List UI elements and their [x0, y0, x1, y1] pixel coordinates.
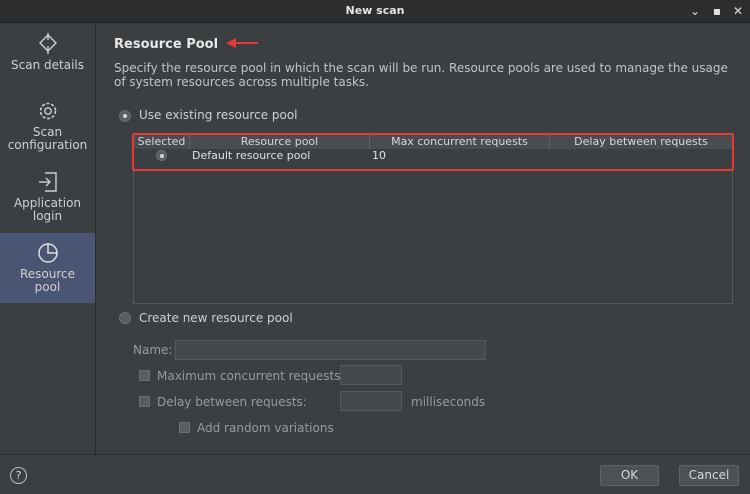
footer-bar: ? OK Cancel: [0, 454, 750, 494]
create-new-radio[interactable]: [119, 312, 131, 324]
page-title: Resource Pool: [114, 37, 219, 52]
login-icon: [38, 172, 57, 192]
random-variations-checkbox[interactable]: [179, 422, 190, 433]
sidebar-item-label: Scan configuration: [7, 125, 88, 152]
sidebar-item-scan-details[interactable]: Scan details: [0, 32, 95, 92]
delay-input[interactable]: [340, 391, 402, 411]
milliseconds-label: milliseconds: [411, 395, 486, 409]
help-icon[interactable]: ?: [10, 467, 27, 484]
random-variations-label: Add random variations: [197, 421, 334, 435]
max-concurrent-checkbox[interactable]: [139, 370, 150, 381]
name-input[interactable]: [175, 340, 486, 360]
sidebar-item-label: Application login: [13, 196, 82, 223]
sidebar-item-scan-configuration[interactable]: Scan configuration: [0, 99, 95, 159]
sidebar: Scan details Scan configuration Applicat…: [0, 24, 96, 454]
sidebar-item-label: Scan details: [11, 58, 84, 72]
max-concurrent-label: Maximum concurrent requests:: [157, 369, 345, 383]
maximize-icon[interactable]: ▪: [710, 3, 724, 19]
max-concurrent-input[interactable]: [340, 365, 402, 385]
ok-button[interactable]: OK: [600, 465, 659, 486]
use-existing-label: Use existing resource pool: [139, 108, 298, 122]
pie-chart-icon: [37, 243, 58, 263]
description-text: Specify the resource pool in which the s…: [114, 61, 728, 89]
gear-icon: [39, 102, 56, 120]
use-existing-radio[interactable]: [119, 110, 131, 122]
sidebar-item-label: Resource pool: [19, 267, 76, 294]
highlight-box: [132, 133, 734, 171]
sidebar-item-application-login[interactable]: Application login: [0, 170, 95, 230]
red-arrow-icon: [226, 38, 258, 48]
close-icon[interactable]: ✕: [731, 3, 745, 19]
main-panel: Resource Pool Specify the resource pool …: [97, 24, 750, 454]
window-title: New scan: [345, 4, 405, 17]
sidebar-item-resource-pool[interactable]: Resource pool: [0, 233, 95, 303]
delay-checkbox[interactable]: [139, 396, 150, 407]
crosshair-icon: [38, 33, 57, 54]
cancel-button[interactable]: Cancel: [679, 465, 739, 486]
title-bar: New scan ⌄ ▪ ✕: [0, 0, 750, 23]
create-new-label: Create new resource pool: [139, 311, 293, 325]
delay-label: Delay between requests:: [157, 395, 307, 409]
minimize-icon[interactable]: ⌄: [688, 3, 702, 19]
name-label: Name:: [133, 343, 173, 357]
